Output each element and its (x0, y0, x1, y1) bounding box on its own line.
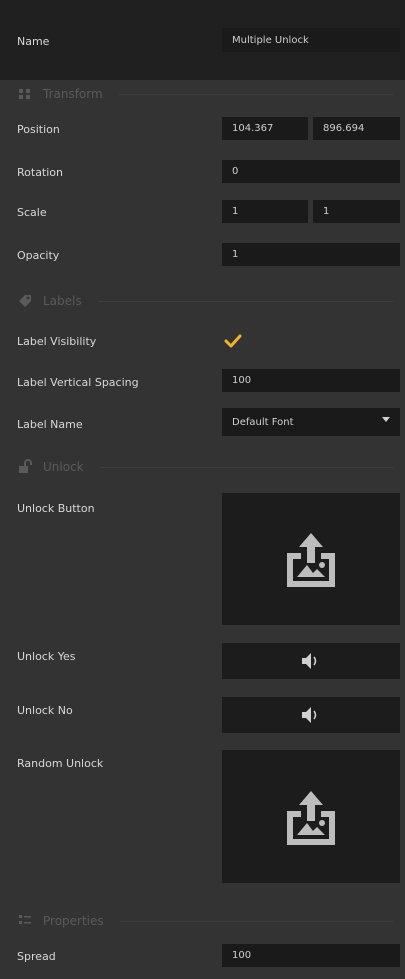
speaker-icon (302, 707, 317, 723)
random-unlock-label: Random Unlock (17, 757, 104, 770)
scale-label: Scale (17, 206, 47, 219)
unlock-title: Unlock (43, 460, 84, 474)
properties-panel: Name Multiple Unlock Transform Position … (0, 0, 405, 979)
spread-label: Spread (17, 950, 56, 963)
transform-title: Transform (43, 87, 103, 101)
transform-icon (19, 89, 30, 99)
chevron-down-icon (382, 417, 390, 422)
unlock-no-audio[interactable] (222, 697, 400, 733)
opacity-label: Opacity (17, 249, 60, 262)
unlock-icon (19, 459, 32, 473)
scale-x-field[interactable]: 1 (222, 200, 308, 223)
tag-icon (19, 295, 31, 307)
image-upload-icon (287, 533, 335, 587)
opacity-field[interactable]: 1 (222, 243, 400, 266)
name-label: Name (17, 35, 50, 48)
position-label: Position (17, 123, 60, 136)
position-x-field[interactable]: 104.367 (222, 117, 308, 140)
label-vertical-spacing-label: Label Vertical Spacing (17, 376, 139, 389)
name-field[interactable]: Multiple Unlock (222, 28, 400, 52)
section-divider (119, 920, 393, 922)
properties-icon (19, 915, 31, 924)
checkmark-icon (224, 334, 242, 348)
unlock-button-image-upload[interactable] (222, 493, 400, 625)
rotation-field[interactable]: 0 (222, 160, 400, 183)
label-name-label: Label Name (17, 418, 83, 431)
speaker-icon (302, 653, 317, 669)
labels-title: Labels (43, 294, 82, 308)
labels-section-header[interactable]: Labels (17, 290, 405, 312)
unlock-section-header[interactable]: Unlock (17, 456, 405, 478)
section-divider (97, 300, 393, 302)
section-divider (99, 466, 393, 468)
spread-field[interactable]: 100 (222, 944, 400, 967)
properties-title: Properties (43, 914, 104, 928)
section-divider (118, 93, 393, 95)
image-upload-icon (287, 790, 335, 845)
properties-section-header[interactable]: Properties (17, 910, 405, 932)
position-y-field[interactable]: 896.694 (313, 117, 400, 140)
label-visibility-checkbox[interactable] (222, 330, 244, 352)
label-visibility-label: Label Visibility (17, 335, 97, 348)
unlock-yes-audio[interactable] (222, 643, 400, 679)
transform-section-header[interactable]: Transform (17, 83, 405, 105)
rotation-label: Rotation (17, 166, 64, 179)
unlock-button-label: Unlock Button (17, 502, 95, 515)
label-name-value: Default Font (232, 416, 294, 428)
random-unlock-image-upload[interactable] (222, 750, 400, 883)
label-name-select[interactable]: Default Font (222, 408, 400, 436)
scale-y-field[interactable]: 1 (313, 200, 400, 223)
label-vertical-spacing-field[interactable]: 100 (222, 369, 400, 392)
unlock-no-label: Unlock No (17, 704, 73, 717)
unlock-yes-label: Unlock Yes (17, 650, 76, 663)
